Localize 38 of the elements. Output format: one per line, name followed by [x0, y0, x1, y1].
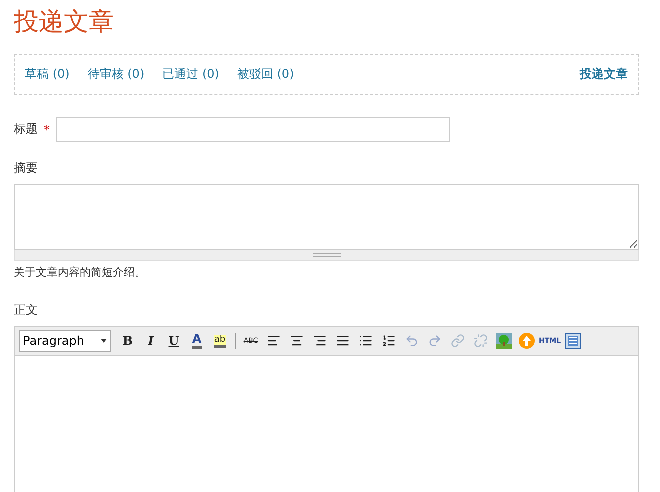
- image-icon: [496, 333, 512, 349]
- redo-icon: [428, 334, 442, 348]
- status-tab[interactable]: 已通过 (0): [162, 66, 220, 83]
- format-select[interactable]: Paragraph: [19, 330, 111, 352]
- align-right-icon: [313, 334, 327, 348]
- status-tab[interactable]: 草稿 (0): [25, 66, 70, 83]
- status-tab[interactable]: 待审核 (0): [88, 66, 145, 83]
- status-tab[interactable]: 被驳回 (0): [237, 66, 294, 83]
- field-hint: 关于文章内容的简短介绍。: [14, 265, 147, 280]
- page-title: 投递文章: [14, 6, 115, 38]
- bold-button[interactable]: B: [118, 331, 138, 351]
- numbered-list-icon: [382, 334, 396, 348]
- title-input[interactable]: [56, 117, 450, 142]
- grip-icon: [312, 253, 340, 257]
- undo-icon: [405, 334, 419, 348]
- caret-icon: [101, 339, 107, 343]
- upload-icon: [519, 333, 535, 349]
- link-icon: [451, 334, 465, 348]
- field-label: 正文: [14, 302, 39, 319]
- highlight-button[interactable]: ab: [210, 331, 230, 351]
- window-icon: [565, 333, 581, 349]
- align-left-icon: [267, 334, 281, 348]
- field-label: 摘要: [14, 160, 39, 177]
- fullscreen-button[interactable]: [563, 331, 583, 351]
- resize-handle[interactable]: [14, 250, 639, 261]
- justify-icon: [336, 334, 350, 348]
- italic-button[interactable]: I: [141, 331, 161, 351]
- summary-textarea[interactable]: [14, 184, 639, 250]
- unlink-icon: [474, 334, 488, 348]
- submit-article-link[interactable]: 投递文章: [580, 66, 628, 83]
- align-center-icon: [290, 334, 304, 348]
- required-mark: *: [44, 122, 50, 136]
- field-label: 标题: [14, 121, 38, 138]
- bullet-list-icon: [359, 334, 373, 348]
- upload-button[interactable]: [517, 331, 537, 351]
- textcolor-button[interactable]: A: [187, 331, 207, 351]
- underline-button[interactable]: U: [164, 331, 184, 351]
- image-button[interactable]: [494, 331, 514, 351]
